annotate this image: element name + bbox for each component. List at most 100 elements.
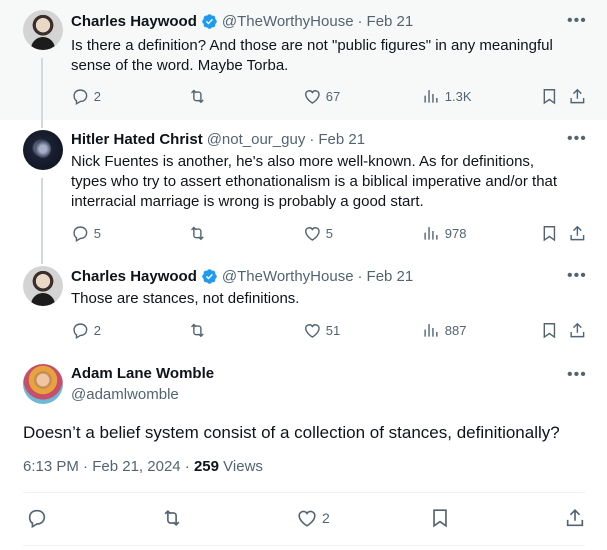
reply-icon: [28, 509, 46, 529]
view-count: 978: [444, 225, 467, 241]
reply-button[interactable]: [26, 507, 48, 529]
tweet-actions: 2: [23, 507, 593, 531]
tweet-time[interactable]: 6:13 PM: [23, 458, 79, 475]
tweet-header: Charles Haywood @TheWorthyHouse · Feb 21: [71, 268, 413, 285]
reply-tweet[interactable]: Charles Haywood @TheWorthyHouse · Feb 21…: [0, 256, 607, 352]
divider: [23, 545, 585, 546]
repost-button[interactable]: [161, 507, 183, 529]
tweet-text-line: sense of the word. Maybe Torba.: [71, 57, 289, 74]
like-count: 67: [325, 88, 341, 104]
like-count: 2: [322, 510, 330, 526]
reply-tweet[interactable]: Charles Haywood @TheWorthyHouse · Feb 21…: [0, 0, 607, 120]
share-button[interactable]: [568, 87, 587, 106]
heart-icon: [305, 227, 320, 241]
author-handle[interactable]: @not_our_guy: [207, 131, 306, 148]
like-button[interactable]: 5: [303, 224, 333, 243]
separator-dot: ·: [357, 268, 363, 285]
views-button[interactable]: 1.3K: [422, 87, 472, 106]
repost-button[interactable]: [188, 87, 207, 106]
separator-dot: ·: [83, 458, 89, 475]
avatar[interactable]: [23, 266, 63, 306]
verified-badge-icon: [202, 14, 217, 29]
share-icon: [570, 88, 585, 104]
tweet-text: Nick Fuentes is another, he's also more …: [71, 152, 581, 212]
views-label: Views: [223, 458, 263, 475]
reply-button[interactable]: 2: [71, 321, 101, 340]
bookmark-button[interactable]: [540, 321, 559, 340]
analytics-icon: [424, 227, 438, 240]
reply-icon: [73, 89, 88, 106]
repost-icon: [191, 323, 204, 338]
view-count: 887: [444, 322, 467, 338]
like-button[interactable]: 2: [296, 507, 330, 529]
tweet-text-line: types who try to assert ethonationalism …: [71, 173, 558, 190]
tweet-text: Doesn’t a belief system consist of a col…: [23, 423, 560, 442]
like-count: 51: [325, 322, 341, 338]
tweet-date[interactable]: Feb 21, 2024: [92, 458, 180, 475]
separator-dot: ·: [309, 131, 315, 148]
thread-line: [41, 58, 43, 120]
reply-tweet[interactable]: Hitler Hated Christ @not_our_guy · Feb 2…: [0, 120, 607, 256]
bookmark-button[interactable]: [540, 87, 559, 106]
author-handle[interactable]: @TheWorthyHouse: [222, 268, 354, 285]
thread-line: [41, 178, 43, 256]
views-button[interactable]: 978: [422, 224, 466, 243]
like-count: 5: [325, 225, 333, 241]
author-name[interactable]: Charles Haywood: [71, 268, 197, 285]
reply-button[interactable]: 2: [71, 87, 101, 106]
avatar[interactable]: [23, 364, 63, 404]
author-name[interactable]: Charles Haywood: [71, 13, 197, 30]
reply-count: 5: [93, 225, 101, 241]
tweet-text: Is there a definition? And those are not…: [71, 36, 581, 76]
more-options-icon[interactable]: •••: [567, 268, 586, 289]
reply-count: 2: [93, 322, 101, 338]
bookmark-button[interactable]: [540, 224, 559, 243]
thread-line: [41, 120, 43, 128]
bookmark-icon: [543, 89, 556, 105]
heart-icon: [305, 324, 320, 338]
repost-icon: [164, 509, 180, 527]
heart-icon: [305, 90, 320, 104]
like-button[interactable]: 51: [303, 321, 340, 340]
tweet-actions: 2 51 887: [71, 321, 589, 343]
repost-button[interactable]: [188, 321, 207, 340]
tweet-actions: 2 67 1.3K: [71, 87, 589, 109]
author-handle[interactable]: @adamlwomble: [71, 386, 179, 403]
author-handle[interactable]: @TheWorthyHouse: [222, 13, 354, 30]
share-button[interactable]: [568, 224, 587, 243]
tweet-text-line: Those are stances, not definitions.: [71, 290, 300, 307]
share-icon: [570, 225, 585, 241]
more-options-icon[interactable]: •••: [567, 13, 586, 34]
analytics-icon: [424, 90, 438, 103]
repost-button[interactable]: [188, 224, 207, 243]
divider: [23, 492, 585, 493]
tweet-actions: 5 5 978: [71, 224, 589, 246]
verified-badge-icon: [202, 269, 217, 284]
bookmark-icon: [433, 509, 447, 528]
share-icon: [570, 322, 585, 338]
tweet-text-line: Nick Fuentes is another, he's also more …: [71, 153, 535, 170]
avatar[interactable]: [23, 130, 63, 170]
bookmark-icon: [543, 226, 556, 242]
bookmark-icon: [543, 323, 556, 339]
author-name[interactable]: Hitler Hated Christ: [71, 131, 203, 148]
more-options-icon[interactable]: •••: [567, 367, 586, 388]
separator-dot: ·: [184, 458, 190, 475]
thread-line: [41, 256, 43, 264]
tweet-meta: 6:13 PM · Feb 21, 2024 · 259 Views: [23, 458, 263, 475]
tweet-date[interactable]: Feb 21: [367, 13, 414, 30]
share-button[interactable]: [564, 507, 586, 529]
avatar[interactable]: [23, 10, 63, 50]
analytics-icon: [424, 324, 438, 337]
tweet-date[interactable]: Feb 21: [367, 268, 414, 285]
tweet-date[interactable]: Feb 21: [318, 131, 365, 148]
more-options-icon[interactable]: •••: [567, 131, 586, 152]
view-count: 259: [193, 458, 219, 475]
share-button[interactable]: [568, 321, 587, 340]
views-button[interactable]: 887: [422, 321, 466, 340]
tweet-text-line: Is there a definition? And those are not…: [71, 37, 553, 54]
like-button[interactable]: 67: [303, 87, 340, 106]
author-name[interactable]: Adam Lane Womble: [71, 365, 214, 382]
bookmark-button[interactable]: [429, 507, 451, 529]
reply-button[interactable]: 5: [71, 224, 101, 243]
